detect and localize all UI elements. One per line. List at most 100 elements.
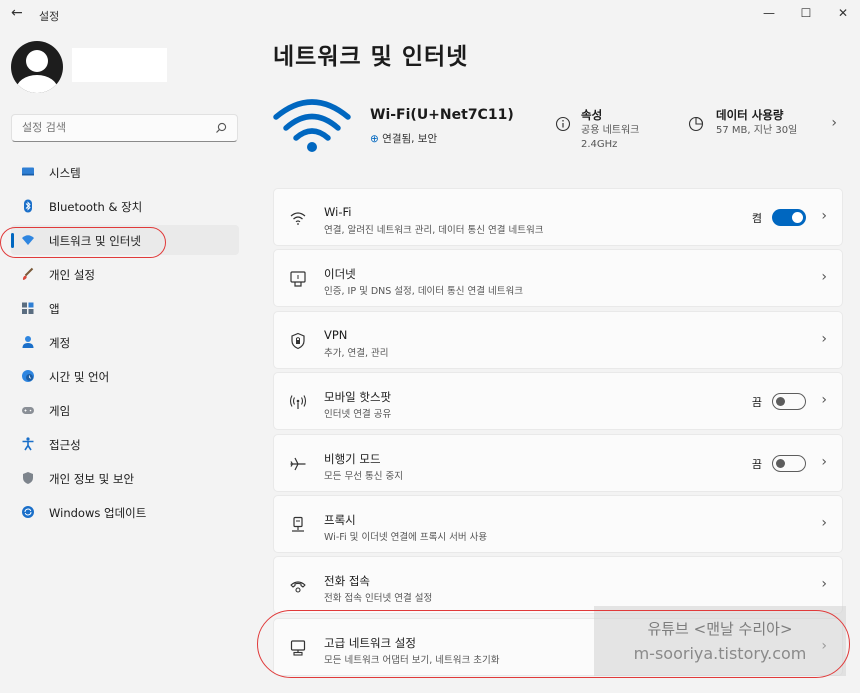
properties-line2: 2.4GHz	[581, 139, 618, 150]
properties-line1: 공용 네트워크	[581, 125, 640, 136]
toggle-state-label: 끔	[751, 396, 762, 410]
back-arrow-icon[interactable]: ←	[11, 5, 23, 21]
airplane-mode-toggle[interactable]	[772, 454, 806, 472]
sidebar-item-label: 게임	[49, 404, 71, 418]
network-name: Wi-Fi(U+Net7C11)	[370, 107, 514, 123]
chevron-right-icon: ›	[821, 330, 827, 347]
app-title: 설정	[39, 10, 60, 23]
sidebar-item-time-language[interactable]: 시간 및 언어	[11, 361, 239, 391]
properties-link[interactable]: 속성 공용 네트워크 2.4GHz	[581, 106, 639, 152]
info-icon	[555, 116, 571, 132]
dialup-icon	[290, 581, 306, 593]
card-vpn[interactable]: VPN 추가, 연결, 관리 ›	[273, 310, 843, 369]
avatar-head-shape	[26, 50, 48, 72]
card-title: Wi-Fi	[324, 205, 352, 219]
title-bar: ← 설정 — ☐ ✕	[0, 0, 860, 30]
sidebar-item-label: 계정	[49, 336, 71, 350]
card-proxy[interactable]: 프록시 Wi-Fi 및 이더넷 연결에 프록시 서버 사용 ›	[273, 494, 843, 553]
wifi-icon	[290, 212, 306, 225]
vpn-shield-icon	[291, 332, 305, 349]
sidebar-item-system[interactable]: 시스템	[11, 157, 239, 187]
card-title: 모바일 핫스팟	[324, 390, 392, 405]
close-button[interactable]: ✕	[829, 2, 857, 24]
sidebar-item-privacy[interactable]: 개인 정보 및 보안	[11, 463, 239, 493]
sidebar-item-personalization[interactable]: 개인 설정	[11, 259, 239, 289]
airplane-icon	[290, 457, 306, 470]
sidebar-item-label: Windows 업데이트	[49, 506, 147, 520]
toggle-state-label: 끔	[751, 457, 762, 471]
card-title: 비행기 모드	[324, 451, 381, 466]
wifi-large-icon	[273, 99, 351, 152]
sidebar-item-label: 앱	[49, 302, 60, 316]
data-usage-link[interactable]: 데이터 사용량 57 MB, 지난 30일	[716, 106, 797, 138]
card-subtitle: 추가, 연결, 관리	[324, 347, 389, 359]
data-usage-icon	[688, 116, 704, 132]
sidebar-item-label: Bluetooth & 장치	[49, 200, 143, 214]
proxy-icon	[292, 516, 304, 532]
search-box[interactable]	[11, 114, 238, 142]
annotation-highlight-advanced	[257, 610, 850, 678]
sidebar-item-label: 접근성	[49, 438, 81, 452]
sidebar-item-label: 시간 및 언어	[49, 370, 110, 384]
data-usage-title: 데이터 사용량	[716, 108, 784, 122]
monitor-icon	[22, 167, 34, 176]
card-subtitle: 전화 접속 인터넷 연결 설정	[324, 593, 433, 605]
card-mobile-hotspot[interactable]: 모바일 핫스팟 인터넷 연결 공유 끔 ›	[273, 372, 843, 431]
chevron-right-icon: ›	[821, 453, 827, 470]
sidebar-item-accessibility[interactable]: 접근성	[11, 429, 239, 459]
update-icon	[22, 506, 34, 518]
card-ethernet[interactable]: 이더넷 인증, IP 및 DNS 설정, 데이터 통신 연결 네트워크 ›	[273, 249, 843, 308]
card-title: 프록시	[324, 512, 356, 527]
ethernet-icon	[290, 271, 306, 287]
sidebar-item-accounts[interactable]: 계정	[11, 327, 239, 357]
sidebar-item-bluetooth[interactable]: Bluetooth & 장치	[11, 191, 239, 221]
minimize-button[interactable]: —	[755, 2, 783, 24]
network-status-text: 연결됨, 보안	[382, 133, 438, 145]
username-redacted	[72, 48, 167, 82]
maximize-button[interactable]: ☐	[792, 2, 820, 24]
bluetooth-icon	[24, 199, 32, 213]
card-subtitle: 연결, 알려진 네트워크 관리, 데이터 통신 연결 네트워크	[324, 225, 544, 236]
sidebar-item-windows-update[interactable]: Windows 업데이트	[11, 497, 239, 527]
card-subtitle: 인터넷 연결 공유	[324, 409, 392, 421]
wifi-toggle[interactable]	[772, 209, 806, 226]
sidebar-item-label: 개인 정보 및 보안	[49, 472, 135, 486]
sidebar-item-gaming[interactable]: 게임	[11, 395, 239, 425]
search-icon[interactable]	[214, 121, 228, 135]
chevron-right-icon: ›	[821, 514, 827, 531]
card-title: 이더넷	[324, 267, 356, 282]
avatar-shoulders-shape	[16, 75, 58, 93]
sidebar-item-label: 시스템	[49, 166, 81, 180]
chevron-right-icon: ›	[821, 576, 827, 593]
network-status-hero: Wi-Fi(U+Net7C11) ⊕ 연결됨, 보안 속성 공용 네트워크 2.…	[273, 95, 843, 165]
properties-title: 속성	[581, 108, 603, 122]
card-subtitle: Wi-Fi 및 이더넷 연결에 프록시 서버 사용	[324, 531, 488, 543]
globe-icon: ⊕	[370, 133, 379, 145]
card-title: VPN	[324, 327, 348, 342]
chevron-right-icon: ›	[821, 392, 827, 409]
apps-icon	[22, 302, 34, 314]
card-title: 전화 접속	[324, 574, 370, 589]
toggle-state-label: 켬	[751, 212, 762, 225]
hotspot-toggle[interactable]	[772, 393, 806, 411]
card-subtitle: 인증, IP 및 DNS 설정, 데이터 통신 연결 네트워크	[324, 286, 524, 298]
chevron-right-icon: ›	[821, 269, 827, 286]
hotspot-icon	[289, 395, 307, 410]
account-icon	[22, 336, 34, 348]
globe-clock-icon	[22, 370, 34, 382]
brush-icon	[22, 267, 34, 280]
card-airplane-mode[interactable]: 비행기 모드 모든 무선 통신 중지 끔 ›	[273, 433, 843, 492]
shield-icon	[23, 472, 33, 484]
data-usage-line1: 57 MB, 지난 30일	[716, 125, 798, 136]
sidebar-item-apps[interactable]: 앱	[11, 293, 239, 323]
avatar[interactable]	[11, 41, 63, 93]
chevron-right-icon: ›	[821, 208, 827, 224]
sidebar-item-label: 개인 설정	[49, 268, 95, 282]
card-wifi[interactable]: Wi-Fi 연결, 알려진 네트워크 관리, 데이터 통신 연결 네트워크 켬 …	[273, 188, 843, 246]
card-subtitle: 모든 무선 통신 중지	[324, 470, 403, 482]
sidebar-nav: 시스템 Bluetooth & 장치 네트워크 및 인터넷 개인 설정 앱 계정…	[11, 157, 239, 531]
chevron-right-icon[interactable]: ›	[831, 115, 837, 131]
search-input[interactable]	[20, 120, 214, 135]
network-status: ⊕ 연결됨, 보안	[370, 131, 437, 146]
page-title: 네트워크 및 인터넷	[273, 44, 469, 70]
